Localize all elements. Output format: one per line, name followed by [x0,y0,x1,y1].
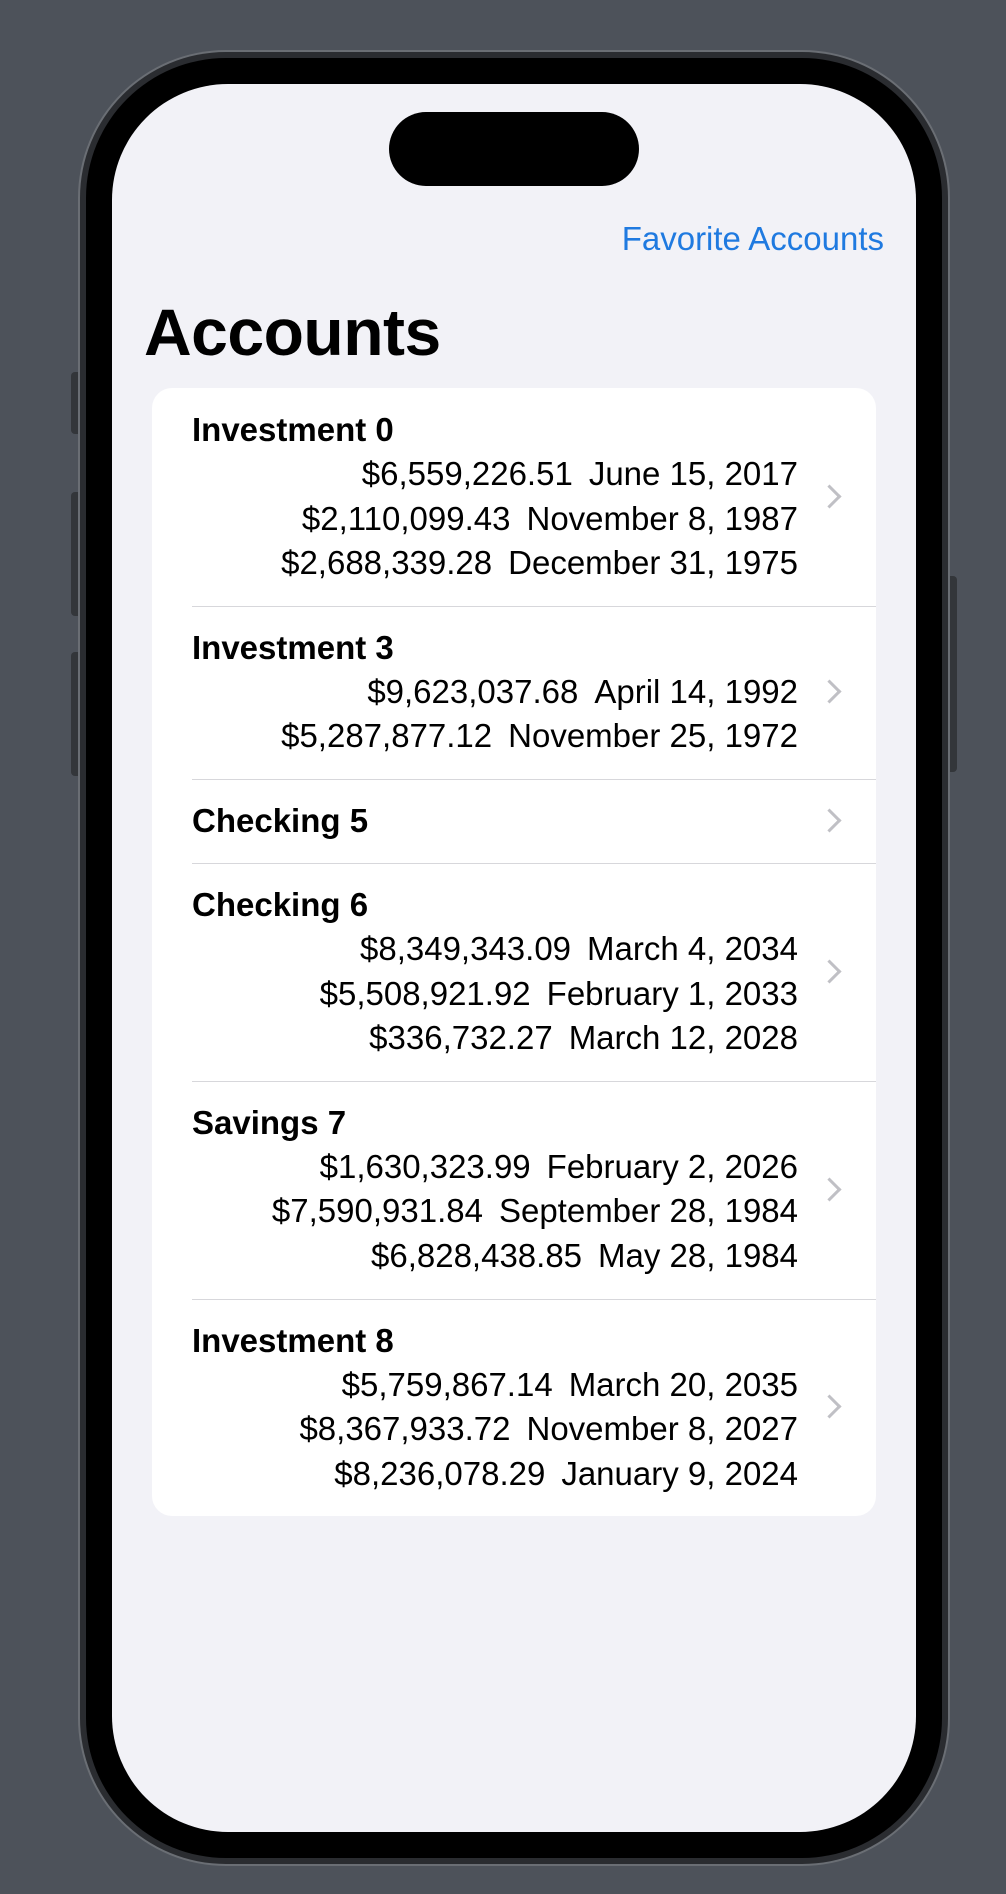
entry-date: February 2, 2026 [546,1147,798,1185]
entry-date: February 1, 2033 [546,974,798,1012]
entry-amount: $8,236,078.29 [334,1454,546,1492]
account-entry: $7,590,931.84 September 28, 1984 [192,1189,798,1234]
entry-amount: $6,828,438.85 [370,1236,583,1274]
account-entry: $8,367,933.72 November 8, 2027 [192,1407,798,1452]
entry-date: March 12, 2028 [568,1019,798,1057]
dynamic-island [389,112,639,186]
account-name: Investment 0 [192,411,394,448]
account-name: Investment 3 [192,628,394,666]
entry-amount: $9,623,037.68 [367,672,579,710]
account-row[interactable]: Savings 7 $1,630,323.99 February 2, 2026 $7… [152,1080,876,1299]
entry-amount: $1,630,323.99 [319,1147,531,1185]
entry-amount: $2,688,339.28 [281,544,493,582]
entry-date: November 8, 1987 [526,499,799,537]
account-row[interactable]: Investment 0 $6,559,226.51 June 15, 2017 $2… [152,388,876,606]
entry-amount: $8,367,933.72 [299,1410,511,1448]
account-entry: $5,759,867.14 March 20, 2035 [192,1363,798,1408]
screen: Favorite Accounts Accounts Investment 0 $… [112,84,916,1832]
account-entry: $6,559,226.51 June 15, 2017 [192,452,798,497]
entry-amount: $2,110,099.43 [301,499,511,537]
entry-amount: $5,759,867.14 [341,1365,553,1403]
account-entry: $1,630,323.99 February 2, 2026 [192,1145,798,1190]
chevron-right-icon [817,959,842,984]
account-entry: $6,828,438.85 May 28, 1984 [192,1234,798,1279]
chevron-right-icon [817,679,842,704]
account-entry: $5,287,877.12 November 25, 1972 [192,714,798,759]
entry-date: November 25, 1972 [508,717,798,755]
chevron-right-icon [817,1394,842,1419]
account-row[interactable]: Investment 3 $9,623,037.68 April 14, 1992 $… [152,605,876,779]
entry-amount: $6,559,226.51 [361,455,573,492]
entry-date: November 8, 2027 [526,1410,799,1448]
account-entry: $9,623,037.68 April 14, 1992 [192,670,798,715]
chevron-right-icon [817,484,842,509]
entry-amount: $7,590,931.84 [271,1192,483,1230]
favorite-accounts-button[interactable]: Favorite Accounts [622,220,884,258]
account-row[interactable]: Checking 5 [152,778,876,863]
chevron-right-icon [817,808,842,833]
account-name: Investment 8 [192,1321,394,1359]
account-name: Checking 6 [192,885,369,923]
entry-amount: $5,287,877.12 [281,717,493,755]
entry-date: March 4, 2034 [587,929,798,967]
entry-date: September 28, 1984 [498,1192,798,1230]
account-entry: $8,349,343.09 March 4, 2034 [192,927,798,972]
chevron-right-icon [817,1177,842,1202]
entry-date: January 9, 2024 [561,1454,798,1492]
entry-date: March 20, 2035 [568,1365,798,1403]
accounts-list: Investment 0 $6,559,226.51 June 15, 2017 $2… [152,388,876,1517]
entry-date: April 14, 1992 [594,672,798,710]
entry-amount: $5,508,921.92 [319,974,531,1012]
account-entry: $336,732.27 March 12, 2028 [192,1016,798,1061]
account-row[interactable]: Checking 6 $8,349,343.09 March 4, 2034 $5,5… [152,862,876,1081]
entry-date: June 15, 2017 [588,455,798,492]
entry-date: May 28, 1984 [598,1236,798,1274]
account-entry: $5,508,921.92 February 1, 2033 [192,972,798,1017]
account-name: Savings 7 [192,1103,347,1141]
account-entry: $2,688,339.28 December 31, 1975 [192,541,798,586]
entry-amount: $8,349,343.09 [359,929,572,967]
entry-date: December 31, 1975 [508,544,798,582]
account-row[interactable]: Investment 8 $5,759,867.14 March 20, 2035 $… [152,1298,876,1517]
account-entry: $2,110,099.43 November 8, 1987 [192,497,798,542]
account-name: Checking 5 [192,801,369,839]
account-entry: $8,236,078.29 January 9, 2024 [192,1452,798,1497]
entry-amount: $336,732.27 [369,1019,553,1057]
page-title: Accounts [144,295,441,369]
